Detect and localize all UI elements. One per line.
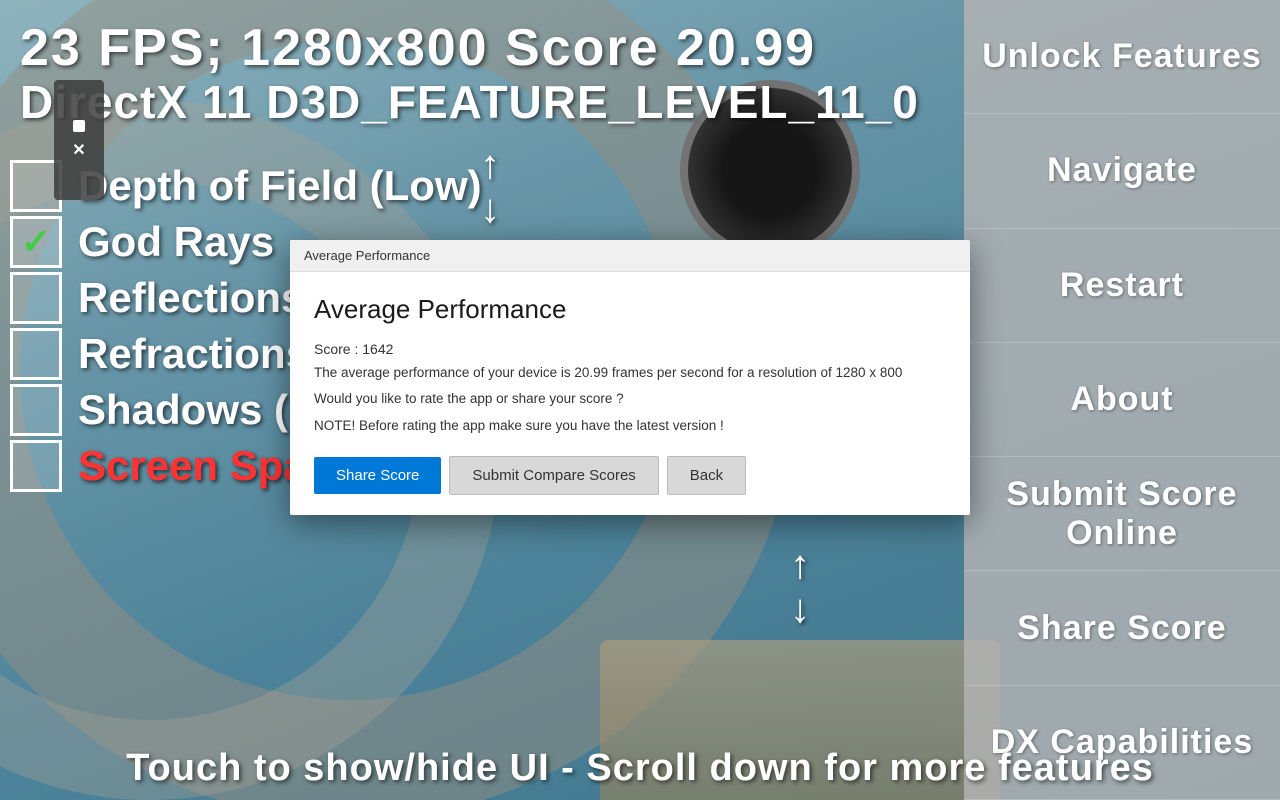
- dialog-titlebar: Average Performance: [290, 240, 970, 272]
- checkmark-god-rays: ✓: [21, 221, 51, 263]
- scroll-arrows-ssao[interactable]: ↑ ↓: [790, 545, 810, 629]
- feature-label-god-rays: God Rays: [78, 218, 274, 266]
- dialog-score: Score : 1642: [314, 341, 946, 357]
- checkbox-ssao[interactable]: [10, 440, 62, 492]
- checkbox-refractions[interactable]: [10, 328, 62, 380]
- dialog-share-score-button[interactable]: Share Score: [314, 457, 441, 494]
- feature-label-refractions: Refractions: [78, 330, 309, 378]
- dialog-title: Average Performance: [314, 294, 946, 325]
- navigate-button[interactable]: Navigate: [964, 114, 1280, 228]
- feature-item-depth-of-field[interactable]: Depth of Field (Low): [10, 160, 870, 212]
- submit-score-online-button[interactable]: Submit Score Online: [964, 457, 1280, 571]
- checkbox-god-rays[interactable]: ✓: [10, 216, 62, 268]
- dialog-text1: The average performance of your device i…: [314, 363, 946, 383]
- share-score-button[interactable]: Share Score: [964, 571, 1280, 685]
- top-info: 23 FPS; 1280x800 Score 20.99 DirectX 11 …: [20, 20, 919, 128]
- arrow-up-ssao-icon: ↑: [790, 545, 810, 585]
- feature-label-reflections: Reflections: [78, 274, 304, 322]
- panel-indicator[interactable]: ✕: [54, 80, 104, 200]
- feature-label-depth-of-field: Depth of Field (Low): [78, 162, 482, 210]
- dialog-text3: NOTE! Before rating the app make sure yo…: [314, 416, 946, 436]
- average-performance-dialog: Average Performance Average Performance …: [290, 240, 970, 515]
- dx-info-text: DirectX 11 D3D_FEATURE_LEVEL_11_0: [20, 77, 919, 128]
- dialog-buttons: Share Score Submit Compare Scores Back: [314, 456, 946, 495]
- checkbox-shadows[interactable]: [10, 384, 62, 436]
- restart-button[interactable]: Restart: [964, 229, 1280, 343]
- panel-x: ✕: [72, 140, 85, 160]
- unlock-features-button[interactable]: Unlock Features: [964, 0, 1280, 114]
- checkbox-reflections[interactable]: [10, 272, 62, 324]
- arrow-down-ssao-icon: ↓: [790, 589, 810, 629]
- fps-score-text: 23 FPS; 1280x800 Score 20.99: [20, 20, 919, 77]
- dialog-body: Average Performance Score : 1642 The ave…: [290, 272, 970, 515]
- bottom-hint: Touch to show/hide UI - Scroll down for …: [0, 747, 1280, 790]
- dialog-back-button[interactable]: Back: [667, 456, 746, 495]
- about-button[interactable]: About: [964, 343, 1280, 457]
- panel-dot: [73, 120, 85, 132]
- dialog-submit-compare-button[interactable]: Submit Compare Scores: [449, 456, 658, 495]
- sidebar-buttons: Unlock Features Navigate Restart About S…: [964, 0, 1280, 800]
- dialog-text2: Would you like to rate the app or share …: [314, 389, 946, 409]
